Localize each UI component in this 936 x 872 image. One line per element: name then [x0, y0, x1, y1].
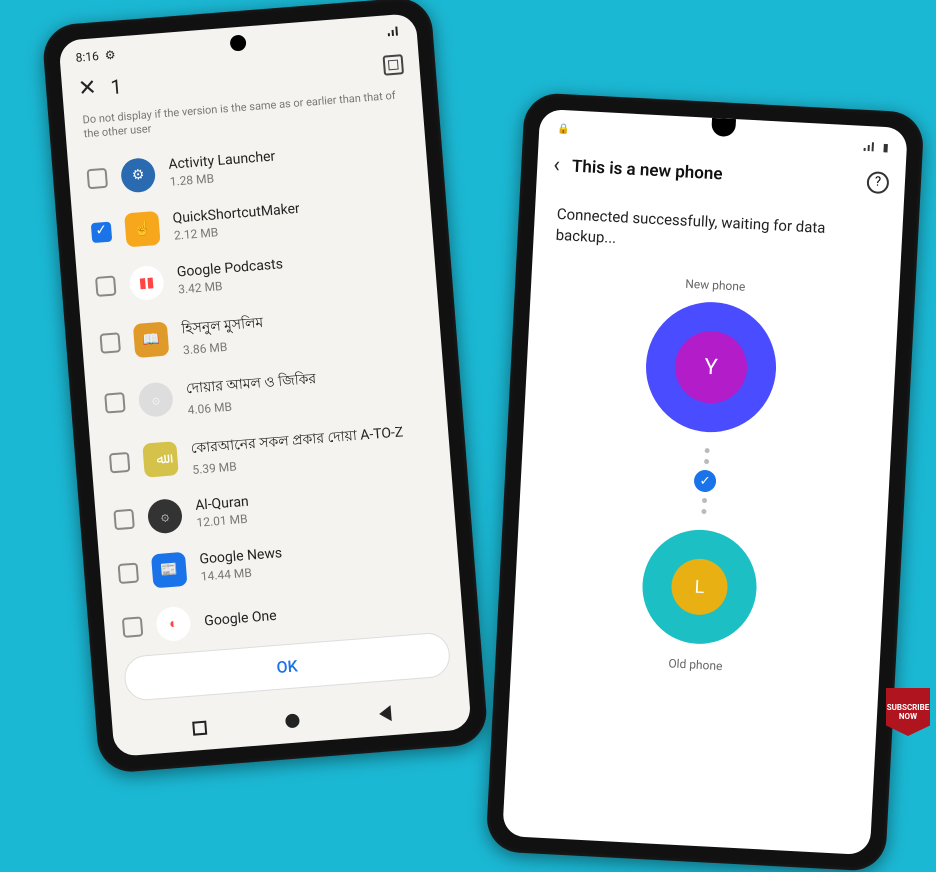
- app-checkbox[interactable]: [86, 167, 108, 189]
- home-button[interactable]: [285, 713, 300, 728]
- recents-button[interactable]: [192, 721, 207, 736]
- old-phone-circle: L: [640, 527, 760, 647]
- app-name: Google One: [204, 607, 278, 629]
- badge-line1: SUBSCRIBE: [887, 703, 930, 712]
- right-screen: 🔒 ▮ ‹ This is a new phone ? Connected su…: [502, 109, 908, 855]
- lock-icon: 🔒: [557, 124, 570, 140]
- app-meta: কোরআনের সকল প্রকার দোয়া A-TO-Z 5.39 MB: [190, 420, 406, 477]
- selected-count: 1: [110, 74, 123, 99]
- signal-icon: [386, 24, 401, 40]
- connection-dots: ✓: [692, 447, 717, 514]
- app-icon: 📰: [151, 551, 188, 588]
- app-meta: Google Podcasts 3.42 MB: [176, 256, 284, 296]
- subscribe-badge[interactable]: SUBSCRIBE NOW: [886, 688, 930, 736]
- badge-line2: NOW: [899, 712, 917, 721]
- dot: [703, 459, 708, 464]
- app-checkbox[interactable]: [109, 451, 131, 473]
- app-meta: QuickShortcutMaker 2.12 MB: [172, 200, 302, 242]
- app-checkbox[interactable]: [122, 616, 144, 638]
- app-meta: Google One: [204, 607, 278, 629]
- status-time: 8:16: [75, 49, 99, 65]
- left-screen: 8:16 ⚙ ✕ 1 Do not display if the version…: [58, 13, 471, 757]
- app-checkbox[interactable]: [118, 562, 140, 584]
- app-icon: 📖: [133, 321, 170, 358]
- dot: [701, 498, 706, 503]
- app-meta: দোয়ার আমল ও জিকির 4.06 MB: [185, 367, 318, 417]
- right-phone-frame: 🔒 ▮ ‹ This is a new phone ? Connected su…: [485, 92, 924, 872]
- app-icon: ⚙: [120, 157, 157, 194]
- app-icon: ۞: [147, 498, 184, 535]
- app-checkbox[interactable]: [91, 221, 113, 243]
- dot: [704, 448, 709, 453]
- back-icon[interactable]: ‹: [553, 153, 561, 178]
- app-name: Al-Quran: [195, 493, 250, 513]
- scene: 8:16 ⚙ ✕ 1 Do not display if the version…: [0, 0, 936, 742]
- app-size: 12.01 MB: [196, 511, 251, 529]
- app-meta: Al-Quran 12.01 MB: [195, 493, 251, 529]
- old-phone-avatar: L: [670, 557, 729, 616]
- app-icon: ﷲ: [142, 441, 179, 478]
- app-list[interactable]: ⚙ Activity Launcher 1.28 MB ☝ QuickShort…: [67, 125, 463, 650]
- back-button[interactable]: [378, 705, 391, 722]
- app-checkbox[interactable]: [95, 275, 117, 297]
- app-checkbox[interactable]: [104, 392, 126, 414]
- app-meta: Activity Launcher 1.28 MB: [168, 148, 277, 188]
- left-phone-frame: 8:16 ⚙ ✕ 1 Do not display if the version…: [41, 0, 489, 774]
- settings-icon: ⚙: [104, 47, 116, 62]
- app-icon: ☝: [124, 210, 161, 247]
- new-phone-avatar: Y: [673, 329, 749, 405]
- transfer-diagram: New phone Y ✓ L Old phone: [502, 261, 900, 855]
- app-meta: হিসনুল মুসলিম 3.86 MB: [180, 311, 265, 357]
- new-phone-label: New phone: [685, 277, 746, 294]
- app-icon: ◐: [155, 605, 192, 642]
- app-checkbox[interactable]: [113, 508, 135, 530]
- app-checkbox[interactable]: [99, 332, 121, 354]
- close-icon[interactable]: ✕: [77, 75, 97, 101]
- old-phone-label: Old phone: [668, 656, 723, 673]
- select-all-checkbox[interactable]: [382, 54, 404, 76]
- new-phone-circle: Y: [643, 299, 780, 436]
- page-title: This is a new phone: [571, 156, 723, 184]
- app-meta: Google News 14.44 MB: [199, 545, 284, 583]
- app-icon: ۞: [137, 381, 174, 418]
- battery-icon: ▮: [882, 141, 889, 156]
- help-icon[interactable]: ?: [866, 171, 889, 194]
- dot: [701, 509, 706, 514]
- app-icon: ▮▮: [128, 264, 165, 301]
- app-name: হিসনুল মুসলিম: [180, 311, 264, 341]
- signal-icon: [862, 140, 877, 156]
- connected-check-icon: ✓: [693, 469, 716, 492]
